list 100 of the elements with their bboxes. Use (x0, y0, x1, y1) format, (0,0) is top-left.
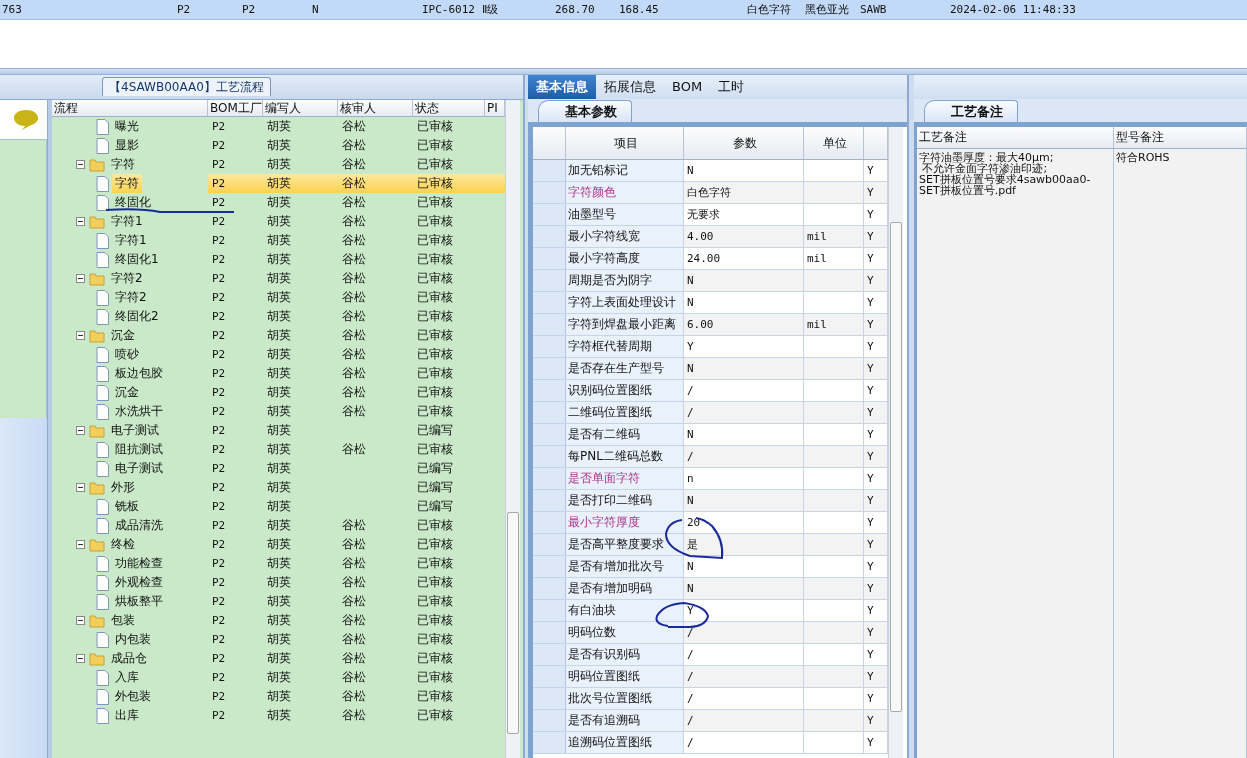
row-header[interactable] (533, 402, 566, 423)
tree-item[interactable]: 终固化 (112, 193, 154, 212)
table-cell: 字符上表面处理设计 (566, 292, 684, 313)
column-header[interactable]: 单位 (804, 127, 864, 159)
tree-item[interactable]: 电子测试 (112, 459, 166, 478)
scrollbar[interactable] (888, 127, 903, 758)
row-header[interactable] (533, 600, 566, 621)
tree-item[interactable]: 出库 (112, 706, 142, 725)
column-header[interactable]: 工艺备注 (917, 127, 1114, 148)
tree-item[interactable]: 电子测试 (108, 421, 162, 440)
row-header[interactable] (533, 622, 566, 643)
table-row[interactable]: 763 P2 P2 N IPC-6012 Ⅱ级 268.70 168.45 白色字符 黑色亚光 SAWB 2024-02-06 11:48:33 (0, 0, 1247, 20)
tree-item[interactable]: 字符1 (112, 231, 150, 250)
tree-item[interactable]: 外形 (108, 478, 138, 497)
row-header[interactable] (533, 270, 566, 291)
tree-item[interactable]: 字符 (112, 174, 142, 193)
column-header[interactable]: 型号备注 (1114, 127, 1247, 148)
row-header[interactable] (533, 336, 566, 357)
tree-item[interactable]: 终固化1 (112, 250, 162, 269)
tab[interactable]: 基本信息 (528, 75, 596, 99)
collapse-toggle[interactable] (76, 654, 85, 663)
tree-item[interactable]: 成品清洗 (112, 516, 166, 535)
tree-item[interactable]: 功能检查 (112, 554, 166, 573)
panel-tab[interactable]: 【4SAWB00AA0】工艺流程 (102, 77, 271, 96)
tree-item[interactable]: 字符2 (112, 288, 150, 307)
tab[interactable]: 基本参数 (538, 100, 632, 122)
tab[interactable]: 工艺备注 (924, 100, 1018, 122)
column-header[interactable]: BOM工厂 (208, 100, 263, 116)
collapse-toggle[interactable] (76, 616, 85, 625)
column-header[interactable]: 参数 (684, 127, 804, 159)
row-header[interactable] (533, 556, 566, 577)
row-header[interactable] (533, 578, 566, 599)
tree-item[interactable]: 板边包胶 (112, 364, 166, 383)
tree-item[interactable]: 终检 (108, 535, 138, 554)
tree-item[interactable]: 外观检查 (112, 573, 166, 592)
collapse-toggle[interactable] (76, 331, 85, 340)
row-header[interactable] (533, 292, 566, 313)
collapse-toggle[interactable] (76, 274, 85, 283)
tree-item[interactable]: 显影 (112, 136, 142, 155)
tree-item[interactable]: 沉金 (112, 383, 142, 402)
column-header[interactable]: 编写人 (263, 100, 338, 116)
row-header[interactable] (533, 666, 566, 687)
tree-item[interactable]: 曝光 (112, 117, 142, 136)
collapse-toggle[interactable] (76, 160, 85, 169)
minus-icon (77, 541, 84, 548)
row-header[interactable] (533, 424, 566, 445)
table-cell: 是否单面字符 (566, 468, 684, 489)
table-cell: 是 (684, 534, 804, 555)
tree-item[interactable]: 阻抗测试 (112, 440, 166, 459)
row-header[interactable] (533, 732, 566, 753)
collapse-toggle[interactable] (76, 483, 85, 492)
row-header[interactable] (533, 446, 566, 467)
tree-item[interactable]: 沉金 (108, 326, 138, 345)
tree-item[interactable]: 喷砂 (112, 345, 142, 364)
tab[interactable]: 工时 (710, 75, 753, 99)
row-header[interactable] (533, 248, 566, 269)
tree-item[interactable]: 字符 (108, 155, 138, 174)
tree-item[interactable]: 成品仓 (108, 649, 150, 668)
tree-item[interactable]: 入库 (112, 668, 142, 687)
tree-item[interactable]: 字符1 (108, 212, 146, 231)
row-header[interactable] (533, 512, 566, 533)
row-header[interactable] (533, 314, 566, 335)
row-header[interactable] (533, 710, 566, 731)
row-header[interactable] (533, 468, 566, 489)
tree-item[interactable]: 终固化2 (112, 307, 162, 326)
splitter-handle[interactable] (0, 68, 1247, 75)
splitter-handle[interactable] (47, 100, 52, 758)
tree-item[interactable]: 包装 (108, 611, 138, 630)
column-header[interactable]: 状态 (413, 100, 485, 116)
row-header[interactable] (533, 160, 566, 181)
column-header[interactable]: 项目 (566, 127, 684, 159)
row-header[interactable] (533, 358, 566, 379)
row-header[interactable] (533, 534, 566, 555)
table-cell-text: 胡英 (266, 517, 292, 534)
row-header[interactable] (533, 490, 566, 511)
scrollbar[interactable] (505, 100, 520, 758)
folder-icon (89, 613, 105, 628)
row-header[interactable] (533, 226, 566, 247)
row-header[interactable] (533, 688, 566, 709)
row-header[interactable] (533, 182, 566, 203)
row-header[interactable] (533, 644, 566, 665)
speech-bubble-icon[interactable] (13, 108, 39, 131)
tree-item[interactable]: 字符2 (108, 269, 146, 288)
collapse-toggle[interactable] (76, 540, 85, 549)
collapse-toggle[interactable] (76, 217, 85, 226)
tab[interactable]: BOM (664, 75, 711, 99)
column-header[interactable]: 流程 (52, 100, 208, 116)
column-header[interactable]: 核审人 (338, 100, 413, 116)
collapse-toggle[interactable] (76, 426, 85, 435)
tree-item[interactable]: 烘板整平 (112, 592, 166, 611)
table-cell-text: P2 (211, 347, 227, 363)
tree-item[interactable]: 内包装 (112, 630, 154, 649)
table-cell: 白色字符 (684, 182, 804, 203)
tree-item[interactable]: 水洗烘干 (112, 402, 166, 421)
tree-item[interactable]: 外包装 (112, 687, 154, 706)
tab[interactable]: 拓展信息 (596, 75, 664, 99)
row-header[interactable] (533, 204, 566, 225)
tree-item[interactable]: 铣板 (112, 497, 142, 516)
table-cell-text: 胡英 (266, 574, 292, 591)
row-header[interactable] (533, 380, 566, 401)
